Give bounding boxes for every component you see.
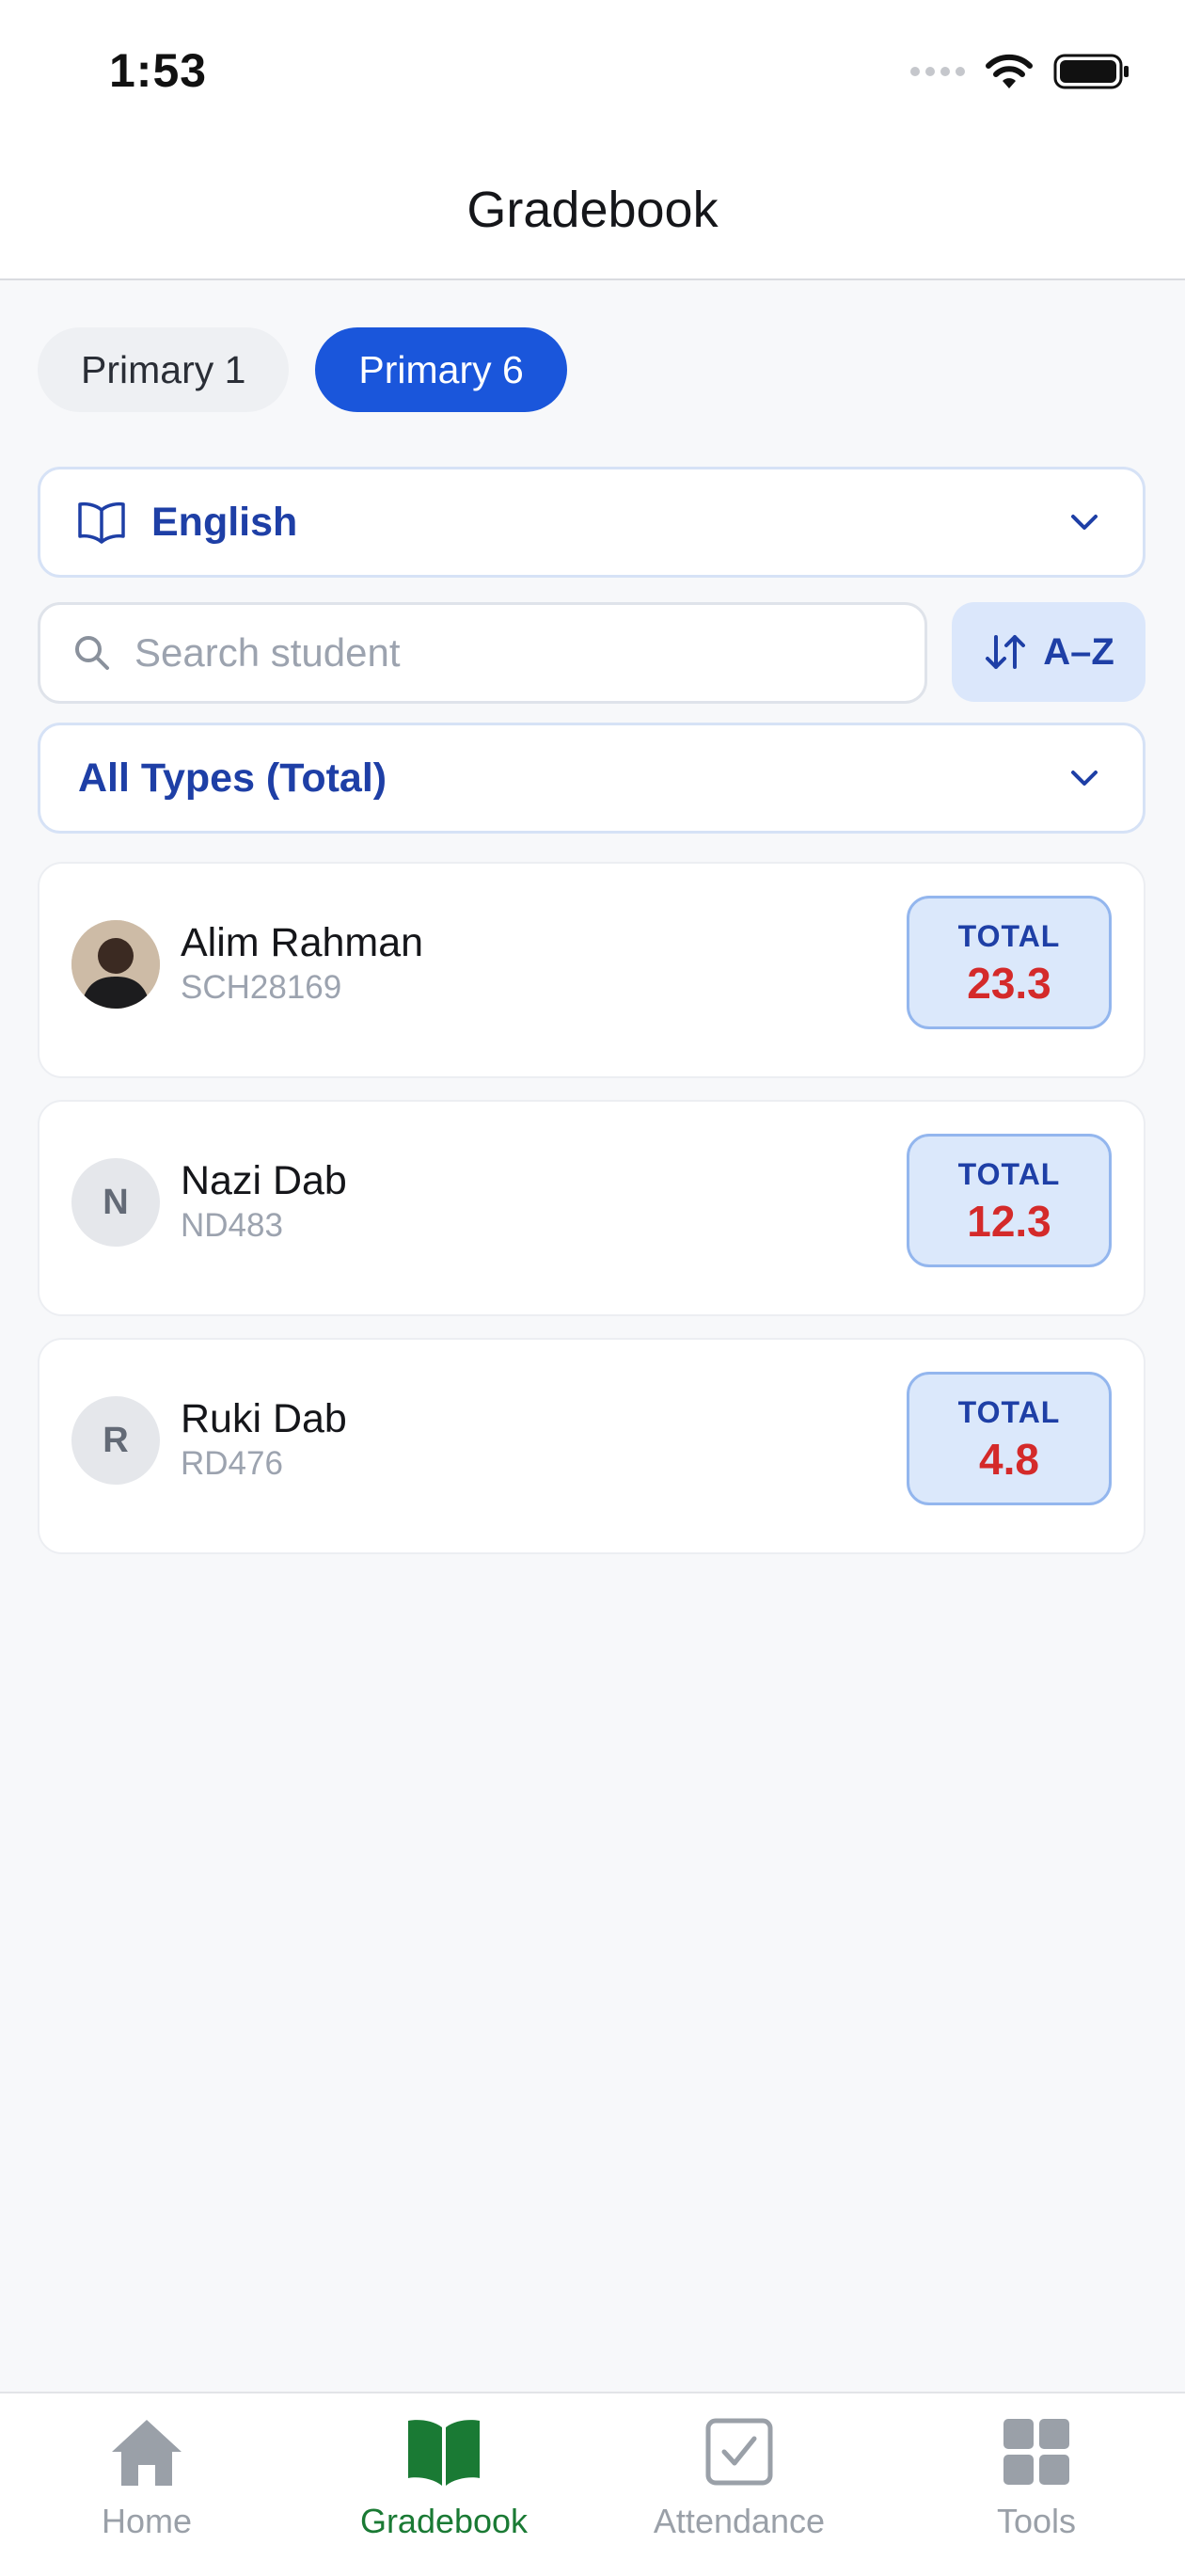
avatar: R	[71, 1396, 160, 1485]
sort-button[interactable]: A–Z	[952, 602, 1146, 702]
total-value: 23.3	[967, 959, 1051, 1008]
tab-primary-1[interactable]: Primary 1	[38, 327, 290, 412]
bottom-tab-bar: Home Gradebook Attendance Tools	[0, 2392, 1185, 2576]
nav-tools-label: Tools	[996, 2502, 1077, 2540]
tab-primary-6[interactable]: Primary 6	[315, 327, 567, 412]
student-card[interactable]: R Ruki Dab RD476 TOTAL 4.8	[38, 1338, 1146, 1554]
student-name: Nazi Dab	[181, 1158, 347, 1203]
status-icons	[910, 53, 1130, 90]
status-bar: 1:53	[0, 0, 1185, 141]
grid-icon	[1003, 2419, 1069, 2485]
nav-home-label: Home	[101, 2502, 193, 2540]
search-input[interactable]: Search student	[134, 630, 401, 676]
subject-dropdown[interactable]: English	[38, 467, 1146, 578]
avatar-photo	[71, 920, 160, 1009]
nav-header: Gradebook	[0, 141, 1185, 280]
student-card[interactable]: Alim Rahman SCH28169 TOTAL 23.3	[38, 862, 1146, 1078]
nav-home[interactable]: Home	[34, 2416, 260, 2541]
chevron-down-icon	[1071, 515, 1098, 530]
student-id: ND483	[181, 1207, 283, 1244]
search-icon	[75, 636, 109, 670]
total-label: TOTAL	[957, 1395, 1061, 1429]
student-id: SCH28169	[181, 969, 342, 1006]
nav-attendance-label: Attendance	[653, 2502, 826, 2540]
total-badge: TOTAL 4.8	[907, 1372, 1112, 1505]
total-value: 12.3	[967, 1197, 1051, 1246]
student-name: Alim Rahman	[181, 920, 424, 965]
nav-gradebook-label: Gradebook	[359, 2502, 529, 2540]
total-badge: TOTAL 12.3	[907, 1134, 1112, 1267]
avatar	[71, 920, 160, 1009]
total-value: 4.8	[979, 1435, 1039, 1484]
search-field[interactable]: Search student	[38, 602, 927, 704]
sort-label: A–Z	[1043, 630, 1114, 673]
checkbox-icon	[705, 2418, 773, 2486]
nav-tools[interactable]: Tools	[924, 2416, 1149, 2541]
status-time: 1:53	[109, 44, 208, 97]
page-title: Gradebook	[466, 182, 719, 238]
total-label: TOTAL	[957, 1157, 1061, 1191]
book-open-icon	[78, 501, 125, 544]
book-icon	[408, 2420, 480, 2486]
subject-label: English	[151, 499, 298, 545]
signal-icon	[910, 67, 965, 76]
type-filter-dropdown[interactable]: All Types (Total)	[38, 723, 1146, 834]
avatar: N	[71, 1158, 160, 1247]
sort-arrows-icon	[986, 635, 1026, 669]
student-card[interactable]: N Nazi Dab ND483 TOTAL 12.3	[38, 1100, 1146, 1316]
house-icon	[112, 2420, 182, 2486]
nav-attendance[interactable]: Attendance	[626, 2416, 852, 2541]
wifi-icon	[986, 54, 1033, 88]
chevron-down-icon	[1071, 771, 1098, 786]
class-tabs: Primary 1 Primary 6	[38, 327, 567, 412]
total-label: TOTAL	[957, 919, 1061, 953]
student-name: Ruki Dab	[181, 1396, 347, 1441]
nav-gradebook[interactable]: Gradebook	[331, 2416, 557, 2541]
total-badge: TOTAL 23.3	[907, 896, 1112, 1029]
student-id: RD476	[181, 1445, 283, 1482]
type-filter-label: All Types (Total)	[78, 755, 387, 801]
battery-icon	[1053, 54, 1129, 89]
